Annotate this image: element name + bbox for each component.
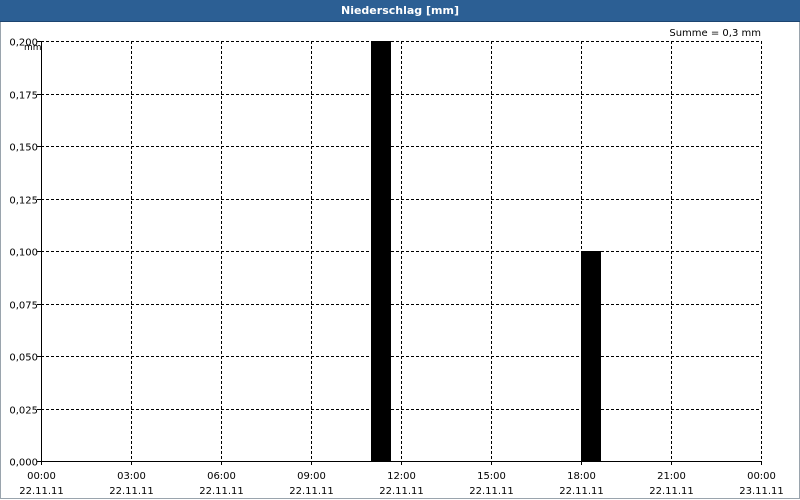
axes (37, 41, 762, 465)
x-tick-date-label: 22.11.11 (649, 486, 694, 497)
x-tick-time-label: 06:00 (207, 471, 236, 482)
y-tick-label: 0,100 (9, 248, 38, 259)
y-axis-unit-label: mm (24, 43, 42, 53)
y-tick-label: 0,050 (9, 353, 38, 364)
x-tick-time-label: 00:00 (27, 471, 56, 482)
x-tick-date-label: 22.11.11 (199, 486, 244, 497)
x-tick-time-label: 00:00 (747, 471, 776, 482)
x-tick-date-label: 22.11.11 (19, 486, 64, 497)
x-tick-time-label: 12:00 (387, 471, 416, 482)
precipitation-chart: 0,000 0,025 0,050 0,075 0,100 0,125 0,150 0,175… (9, 28, 784, 497)
precipitation-bar (581, 251, 601, 461)
y-tick-label: 0,025 (9, 406, 38, 417)
x-tick-time-label: 09:00 (297, 471, 326, 482)
x-tick-time-label: 18:00 (567, 471, 596, 482)
x-tick-date-label: 22.11.11 (109, 486, 154, 497)
y-tick-label: 0,175 (9, 91, 38, 102)
sum-label: Summe = 0,3 mm (669, 28, 761, 39)
x-tick-date-label: 22.11.11 (289, 486, 334, 497)
y-tick-label: 0,000 (9, 458, 38, 469)
x-tick-time-label: 21:00 (657, 471, 686, 482)
y-tick-label: 0,150 (9, 143, 38, 154)
grid-lines (41, 41, 762, 461)
y-tick-label: 0,125 (9, 196, 38, 207)
y-tick-labels: 0,000 0,025 0,050 0,075 0,100 0,125 0,150 0,175… (9, 38, 38, 469)
x-tick-date-label: 22.11.11 (559, 486, 604, 497)
x-tick-time-label: 03:00 (117, 471, 146, 482)
x-tick-date-label: 22.11.11 (469, 486, 514, 497)
x-tick-labels: 00:00 22.11.11 03:00 22.11.11 06:00 22.11.11 0… (19, 471, 784, 497)
x-tick-time-label: 15:00 (477, 471, 506, 482)
x-tick-date-label: 22.11.11 (379, 486, 424, 497)
y-tick-label: 0,075 (9, 301, 38, 312)
x-tick-date-label: 23.11.11 (739, 486, 784, 497)
precipitation-bar (371, 41, 391, 461)
